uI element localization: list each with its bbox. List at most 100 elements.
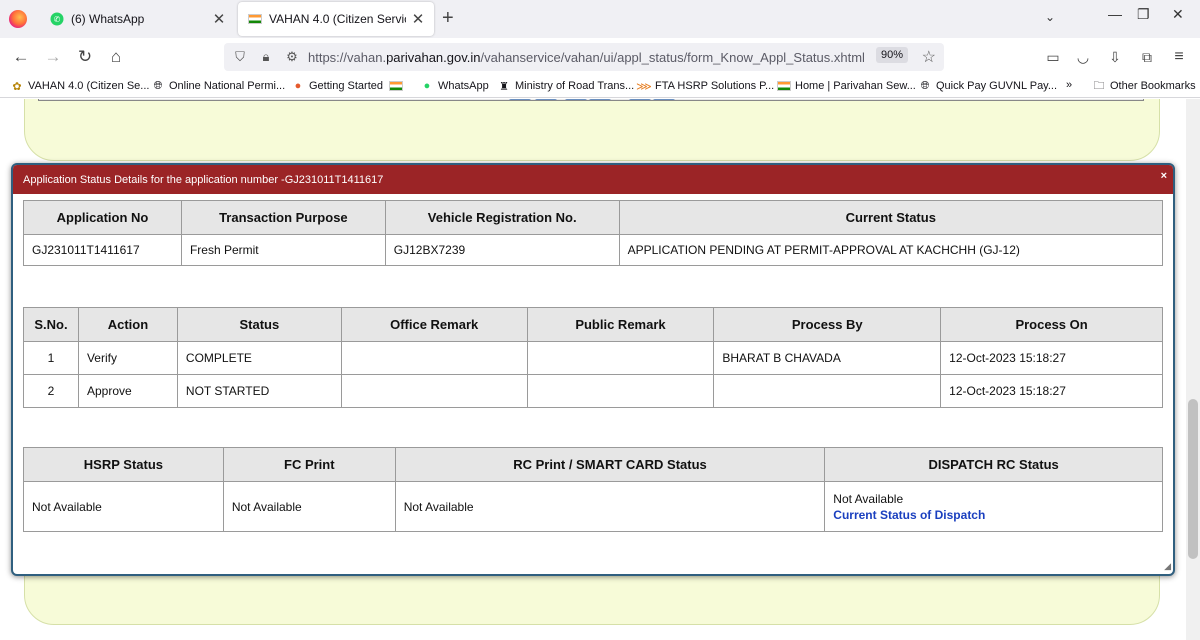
- tab-vahan[interactable]: VAHAN 4.0 (Citizen Services)~S ✕: [238, 2, 434, 36]
- url-bar[interactable]: ⛉ 🔒︎ ⚙ https://vahan.parivahan.gov.in/va…: [224, 43, 944, 71]
- lock-icon[interactable]: 🔒︎: [256, 49, 276, 65]
- column-header: Process On: [940, 307, 1163, 342]
- process-on-cell: 12-Oct-2023 15:18:27: [940, 341, 1163, 375]
- bookmark-morth[interactable]: ♜ Ministry of Road Trans...: [497, 79, 634, 93]
- status-cell: COMPLETE: [176, 341, 342, 375]
- new-tab-icon[interactable]: +: [442, 8, 454, 28]
- status-cell: NOT STARTED: [176, 374, 342, 408]
- bookmark-india-flag[interactable]: [389, 79, 407, 93]
- india-flag-icon: [777, 79, 791, 93]
- reload-icon[interactable]: ↻: [74, 46, 96, 68]
- zoom-level[interactable]: 90%: [875, 47, 908, 63]
- bookmark-fta-hsrp[interactable]: ⋙ FTA HSRP Solutions P...: [636, 79, 774, 93]
- dispatch-rc-cell: Not Available Current Status of Dispatch: [824, 481, 1163, 532]
- pager-button[interactable]: [629, 99, 651, 100]
- restore-icon[interactable]: ❐: [1137, 6, 1150, 23]
- firefox-icon[interactable]: [9, 10, 27, 28]
- downloads-icon[interactable]: ⇩: [1104, 46, 1126, 68]
- bookmark-star-icon[interactable]: ☆: [922, 47, 936, 67]
- svg-text:✆: ✆: [54, 15, 61, 24]
- india-flag-icon: [247, 11, 263, 27]
- column-header: Process By: [713, 307, 942, 342]
- serial-cell: 2: [23, 374, 79, 408]
- current-status-cell: APPLICATION PENDING AT PERMIT-APPROVAL A…: [618, 234, 1164, 266]
- public-remark-cell: [526, 341, 715, 375]
- globe-icon: 🌐︎: [153, 79, 163, 92]
- column-header: FC Print: [222, 447, 396, 482]
- pager-button[interactable]: [509, 99, 531, 100]
- tab-close-icon[interactable]: ✕: [207, 10, 231, 28]
- table-row: GJ231011T1411617 Fresh Permit GJ12BX7239…: [23, 234, 1164, 266]
- process-by-cell: BHARAT B CHAVADA: [713, 341, 942, 375]
- fc-print-cell: Not Available: [222, 481, 396, 532]
- extensions-icon[interactable]: ⧉: [1136, 46, 1158, 68]
- dialog-close-icon[interactable]: ×: [1161, 170, 1167, 182]
- home-icon[interactable]: ⌂: [105, 46, 127, 68]
- tab-list-chevron-icon[interactable]: ⌄: [1045, 10, 1055, 24]
- dialog-body: Application No Transaction Purpose Vehic…: [13, 194, 1173, 574]
- bookmark-vahan[interactable]: ✿ VAHAN 4.0 (Citizen Se...: [10, 79, 149, 93]
- shield-icon[interactable]: ⛉: [230, 49, 250, 65]
- bookmark-national-permit[interactable]: 🌐︎ Online National Permi...: [151, 79, 286, 93]
- column-header: S.No.: [23, 307, 79, 342]
- process-on-cell: 12-Oct-2023 15:18:27: [940, 374, 1163, 408]
- column-header: Public Remark: [526, 307, 715, 342]
- column-header: Application No: [23, 200, 182, 235]
- resize-handle-icon[interactable]: ◢: [1164, 561, 1171, 572]
- scrollbar-thumb[interactable]: [1188, 399, 1198, 559]
- vahan-logo-icon: ✿: [12, 80, 22, 93]
- public-remark-cell: [526, 374, 715, 408]
- dispatch-rc-status: Not Available: [833, 491, 904, 506]
- column-header: HSRP Status: [23, 447, 224, 482]
- window-close-icon[interactable]: ✕: [1172, 6, 1184, 23]
- dialog-title: Application Status Details for the appli…: [23, 173, 384, 186]
- minimize-icon[interactable]: —: [1108, 6, 1122, 22]
- summary-table: Application No Transaction Purpose Vehic…: [23, 200, 1164, 266]
- reader-view-icon[interactable]: ▭: [1042, 46, 1064, 68]
- permissions-icon[interactable]: ⚙: [282, 49, 302, 65]
- forward-icon[interactable]: →: [42, 46, 64, 68]
- pocket-icon[interactable]: ◡: [1072, 46, 1094, 68]
- pager-button[interactable]: [589, 99, 611, 100]
- column-header: Status: [176, 307, 342, 342]
- page-scrollbar[interactable]: [1186, 99, 1200, 640]
- action-cell: Verify: [77, 341, 178, 375]
- firefox-icon: ●: [294, 80, 302, 92]
- serial-cell: 1: [23, 341, 79, 375]
- column-header: RC Print / SMART CARD Status: [394, 447, 826, 482]
- tab-close-icon[interactable]: ✕: [406, 10, 430, 28]
- pager-button[interactable]: [653, 99, 675, 100]
- background-panel: [24, 99, 1160, 161]
- column-header: Current Status: [618, 200, 1164, 235]
- process-by-cell: [713, 374, 942, 408]
- table-row: 1 Verify COMPLETE BHARAT B CHAVADA 12-Oc…: [23, 341, 1163, 375]
- rc-print-cell: Not Available: [394, 481, 826, 532]
- table-row: 2 Approve NOT STARTED 12-Oct-2023 15:18:…: [23, 374, 1163, 408]
- menu-icon[interactable]: ≡: [1168, 46, 1190, 68]
- tab-label: (6) WhatsApp: [71, 12, 145, 26]
- bookmark-other[interactable]: 🗀︎ Other Bookmarks: [1092, 79, 1196, 93]
- column-header: Action: [77, 307, 178, 342]
- nav-bar: ← → ↻ ⌂ ⛉ 🔒︎ ⚙ https://vahan.parivahan.g…: [0, 38, 1200, 76]
- column-header: Vehicle Registration No.: [384, 200, 620, 235]
- application-status-dialog: Application Status Details for the appli…: [11, 163, 1175, 576]
- back-icon[interactable]: ←: [10, 46, 32, 68]
- office-remark-cell: [340, 374, 528, 408]
- bookmark-getting-started[interactable]: ● Getting Started: [291, 79, 383, 93]
- whatsapp-icon: ✆: [49, 11, 65, 27]
- whatsapp-icon: ●: [423, 80, 431, 92]
- pager-button[interactable]: [535, 99, 557, 100]
- url-text[interactable]: https://vahan.parivahan.gov.in/vahanserv…: [308, 50, 944, 65]
- bookmarks-bar: ✿ VAHAN 4.0 (Citizen Se... 🌐︎ Online Natio…: [0, 76, 1200, 98]
- bookmark-guvnl[interactable]: 🌐︎ Quick Pay GUVNL Pay...: [918, 79, 1057, 93]
- bookmark-parivahan-home[interactable]: Home | Parivahan Sew...: [777, 79, 916, 93]
- vehicle-registration-cell: GJ12BX7239: [384, 234, 620, 266]
- bookmarks-overflow-icon[interactable]: »: [1066, 79, 1072, 91]
- emblem-icon: ♜: [499, 80, 509, 93]
- dispatch-status-link[interactable]: Current Status of Dispatch: [833, 508, 1154, 522]
- pager-button[interactable]: [565, 99, 587, 100]
- tab-whatsapp[interactable]: ✆ (6) WhatsApp ✕: [40, 0, 235, 38]
- tab-strip: ✆ (6) WhatsApp ✕ VAHAN 4.0 (Citizen Serv…: [0, 0, 1200, 38]
- bookmark-whatsapp[interactable]: ● WhatsApp: [420, 79, 489, 93]
- hsrp-status-cell: Not Available: [23, 481, 224, 532]
